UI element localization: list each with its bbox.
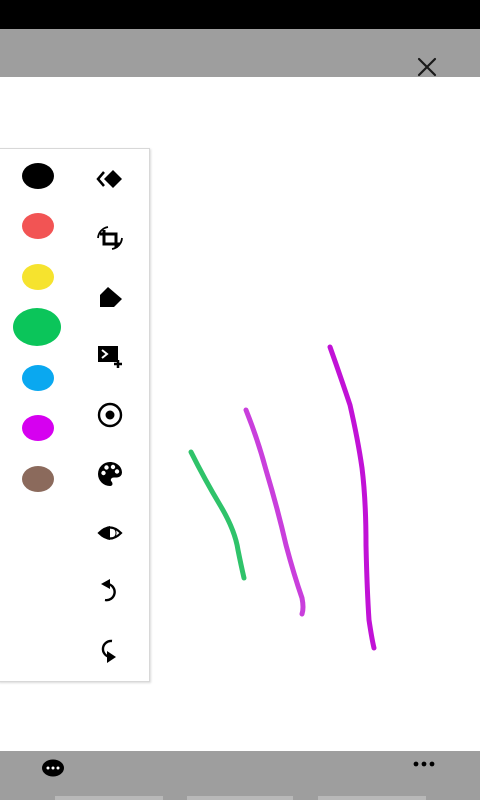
tab-indicator-right (318, 796, 426, 800)
eraser-icon (100, 287, 122, 307)
rotate-crop-button[interactable] (94, 222, 126, 254)
opacity-button[interactable] (94, 517, 126, 549)
eraser-button[interactable] (94, 281, 126, 313)
opacity-icon (97, 526, 123, 540)
tab-indicator-mid (187, 796, 293, 800)
brush-size-icon (97, 402, 123, 428)
top-bar (0, 29, 480, 77)
redo-button[interactable] (94, 635, 126, 667)
chat-icon (42, 759, 64, 777)
green-stroke (188, 449, 247, 581)
bottom-bar (0, 751, 480, 800)
brush-size-button[interactable] (94, 399, 126, 431)
palette-button[interactable] (94, 458, 126, 490)
color-swatch-red[interactable] (22, 213, 54, 239)
close-icon (417, 57, 437, 77)
undo-icon (101, 579, 116, 602)
violet-stroke (243, 407, 306, 617)
color-swatch-blue[interactable] (22, 365, 54, 391)
tool-panel (0, 148, 150, 682)
status-bar (0, 0, 480, 29)
palette-icon (98, 462, 122, 486)
more-icon (413, 761, 435, 767)
redo-icon (101, 639, 116, 663)
color-swatch-yellow[interactable] (22, 264, 54, 290)
undo-button[interactable] (94, 576, 126, 608)
rotate-crop-icon (97, 226, 123, 250)
color-swatch-black[interactable] (22, 163, 54, 189)
more-options-button[interactable] (410, 756, 438, 772)
color-swatch-green[interactable] (13, 308, 61, 346)
collapse-panel-icon (96, 170, 122, 188)
tab-indicator-left (55, 796, 163, 800)
color-swatch-purple[interactable] (22, 415, 54, 441)
purple-stroke (327, 344, 377, 651)
color-swatch-brown[interactable] (22, 466, 54, 492)
chat-button[interactable] (40, 757, 66, 779)
add-frame-button[interactable] (94, 340, 126, 372)
add-frame-icon (98, 346, 122, 368)
collapse-panel-button[interactable] (94, 163, 126, 195)
